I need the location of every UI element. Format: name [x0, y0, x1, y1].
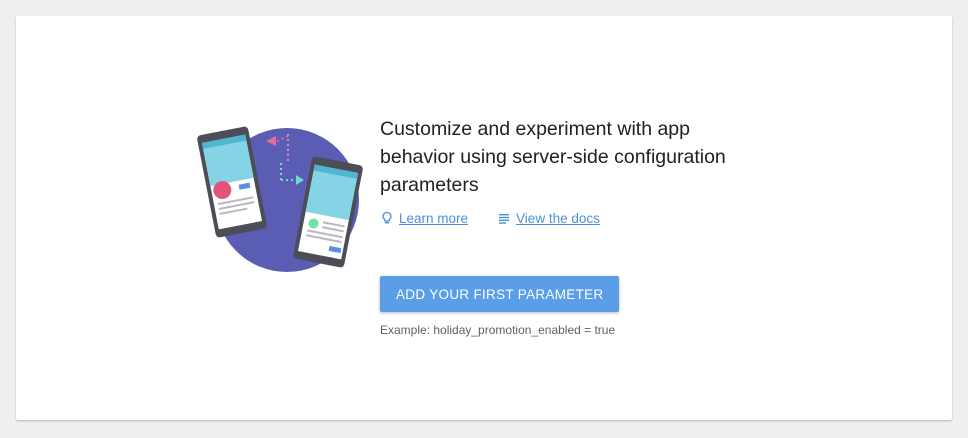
help-links: Learn more View the docs	[380, 208, 780, 228]
docs-list-icon	[499, 214, 510, 224]
view-docs-link[interactable]: View the docs	[497, 211, 600, 226]
empty-state-content: Customize and experiment with app behavi…	[380, 115, 780, 337]
learn-more-label: Learn more	[399, 210, 469, 226]
empty-state-card: Customize and experiment with app behavi…	[16, 16, 952, 420]
example-hint: Example: holiday_promotion_enabled = tru…	[380, 323, 616, 337]
empty-state-headline: Customize and experiment with app behavi…	[380, 115, 780, 199]
learn-more-link[interactable]: Learn more	[380, 211, 468, 226]
headline-line-2: behavior using server-side configuration	[380, 146, 726, 168]
headline-line-3: parameters	[380, 174, 479, 196]
headline-line-1: Customize and experiment with app	[380, 118, 690, 140]
view-docs-label: View the docs	[516, 210, 600, 226]
lightbulb-icon	[382, 211, 392, 224]
add-first-parameter-button[interactable]: ADD YOUR FIRST PARAMETER	[380, 276, 620, 312]
remote-config-illustration	[197, 126, 363, 272]
